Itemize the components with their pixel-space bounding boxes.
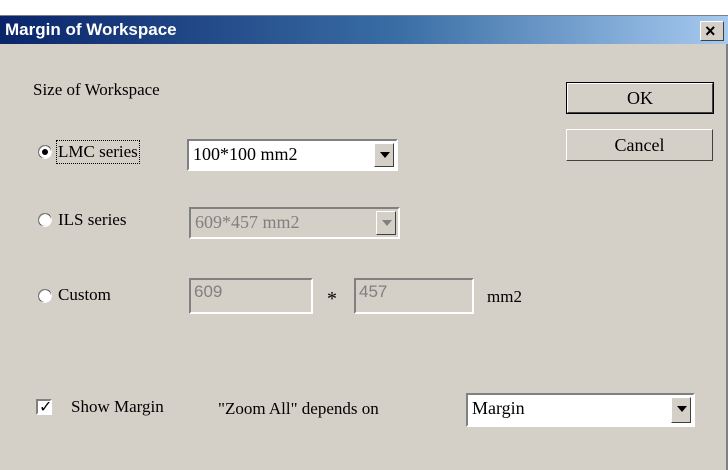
lmc-series-label[interactable]: LMC series: [56, 140, 140, 164]
ils-size-value: 609*457 mm2: [195, 212, 300, 232]
custom-width-field[interactable]: 609: [189, 278, 313, 314]
chevron-down-icon[interactable]: [671, 397, 691, 423]
ils-series-label: ILS series: [58, 210, 127, 229]
chevron-down-icon[interactable]: [376, 211, 396, 235]
lmc-series-radio[interactable]: [38, 145, 52, 159]
checkmark-icon: ✓: [39, 397, 53, 416]
ils-series-radio[interactable]: [38, 213, 52, 227]
custom-width-value: 609: [194, 282, 223, 301]
custom-height-value: 457: [359, 282, 388, 301]
custom-separator: *: [327, 288, 337, 310]
ok-button[interactable]: OK: [566, 82, 714, 114]
cancel-button[interactable]: Cancel: [566, 129, 713, 161]
size-of-workspace-label: Size of Workspace: [33, 80, 160, 99]
zoom-all-select[interactable]: Margin: [466, 393, 695, 427]
custom-height-field[interactable]: 457: [354, 278, 474, 314]
zoom-all-label: "Zoom All" depends on: [218, 399, 379, 418]
title-bar[interactable]: Margin of Workspace ×: [0, 16, 728, 44]
chevron-down-icon[interactable]: [374, 143, 394, 167]
custom-label: Custom: [58, 285, 111, 304]
close-button[interactable]: ×: [700, 21, 724, 41]
lmc-size-select[interactable]: 100*100 mm2: [187, 139, 398, 171]
custom-unit-label: mm2: [487, 287, 522, 306]
dialog-title: Margin of Workspace: [5, 20, 177, 39]
window-top-edge: [0, 0, 728, 16]
zoom-all-value: Margin: [472, 398, 525, 418]
ils-size-select[interactable]: 609*457 mm2: [189, 207, 400, 239]
show-margin-checkbox[interactable]: ✓: [36, 397, 53, 416]
ok-button-label: OK: [627, 88, 653, 108]
close-icon: ×: [705, 21, 716, 41]
show-margin-label: Show Margin: [71, 397, 164, 416]
cancel-button-label: Cancel: [614, 135, 665, 155]
custom-radio[interactable]: [38, 289, 52, 303]
lmc-size-value: 100*100 mm2: [193, 144, 298, 164]
